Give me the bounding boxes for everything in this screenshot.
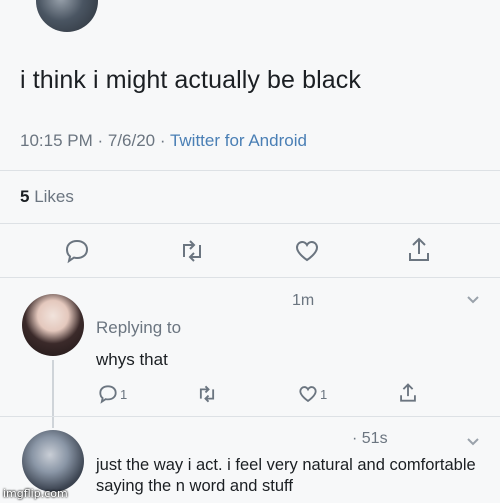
likes-label: Likes: [34, 187, 74, 206]
reply-text: just the way i act. i feel very natural …: [96, 456, 476, 495]
retweet-icon: [196, 384, 218, 404]
share-button[interactable]: [406, 236, 432, 264]
likes-count[interactable]: 5 Likes: [20, 187, 74, 207]
speech-bubble-icon: [64, 238, 90, 264]
reply-reply-button[interactable]: 1: [98, 384, 127, 404]
reply-time: · 51s: [352, 430, 388, 447]
speech-bubble-icon: [98, 384, 118, 404]
reply-share-button[interactable]: [398, 382, 418, 404]
divider: [0, 416, 500, 417]
likes-number: 5: [20, 187, 30, 206]
reply-avatar[interactable]: [22, 430, 84, 492]
divider: [0, 277, 500, 278]
share-icon: [406, 236, 432, 264]
tweet-text: i think i might actually be black: [20, 66, 361, 94]
share-icon: [398, 382, 418, 404]
retweet-button[interactable]: [178, 238, 206, 264]
divider: [0, 170, 500, 171]
reply-text: whys that: [96, 350, 168, 369]
heart-icon: [298, 384, 318, 404]
tweet-meta: 10:15 PM · 7/6/20 · Twitter for Android: [20, 131, 307, 151]
reply-time: 1m: [292, 292, 315, 309]
divider: [0, 223, 500, 224]
tweet-timestamp: 10:15 PM · 7/6/20 ·: [20, 131, 170, 150]
reply-avatar[interactable]: [22, 294, 84, 356]
retweet-icon: [178, 238, 206, 264]
reply-button[interactable]: [64, 238, 90, 264]
like-count: 1: [320, 386, 328, 402]
author-avatar[interactable]: [36, 0, 98, 32]
heart-icon: [294, 238, 320, 264]
reply-count: 1: [120, 386, 128, 402]
tweet-client-link[interactable]: Twitter for Android: [170, 131, 307, 150]
like-button[interactable]: [294, 238, 320, 264]
chevron-down-icon[interactable]: [466, 292, 480, 310]
reply-like-button[interactable]: 1: [298, 384, 327, 404]
chevron-down-icon[interactable]: [466, 434, 480, 452]
replying-to-label: Replying to: [96, 318, 182, 337]
thread-line: [52, 360, 54, 428]
reply-retweet-button[interactable]: [196, 384, 218, 404]
watermark: imgflip.com: [3, 487, 68, 500]
